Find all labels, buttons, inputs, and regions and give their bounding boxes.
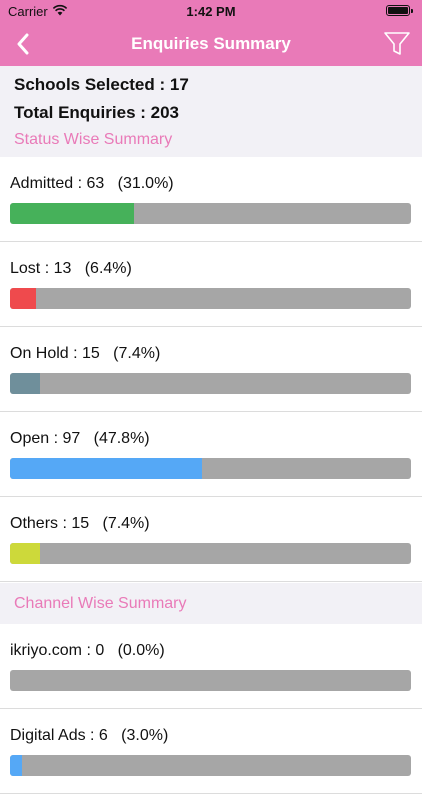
- progress-bar: [10, 288, 411, 309]
- battery-icon: [386, 5, 413, 16]
- list-item: On Hold : 15 (7.4%): [0, 327, 422, 412]
- item-label: On Hold : 15 (7.4%): [10, 345, 161, 362]
- item-label: Open : 97 (47.8%): [10, 430, 150, 447]
- progress-fill: [10, 755, 23, 776]
- channel-section-title: Channel Wise Summary: [14, 595, 187, 612]
- progress-bar: [10, 543, 411, 564]
- page-title: Enquiries Summary: [131, 34, 291, 53]
- item-label: Digital Ads : 6 (3.0%): [10, 727, 169, 744]
- progress-bar: [10, 373, 411, 394]
- item-label: Admitted : 63 (31.0%): [10, 175, 174, 192]
- progress-bar: [10, 203, 411, 224]
- total-enquiries: Total Enquiries : 203: [14, 103, 180, 122]
- progress-bar: [10, 458, 411, 479]
- item-label: Others : 15 (7.4%): [10, 515, 150, 532]
- item-label: Lost : 13 (6.4%): [10, 260, 132, 277]
- schools-selected: Schools Selected : 17: [14, 75, 189, 94]
- status-bar: Carrier 1:42 PM: [0, 0, 422, 22]
- clock: 1:42 PM: [186, 4, 236, 19]
- item-label: ikriyo.com : 0 (0.0%): [10, 642, 165, 659]
- list-item: Open : 97 (47.8%): [0, 412, 422, 497]
- divider: [0, 581, 422, 582]
- list-item: ikriyo.com : 0 (0.0%): [0, 624, 422, 709]
- navigation-bar: Enquiries Summary: [0, 22, 422, 66]
- status-list: Admitted : 63 (31.0%) Lost : 13 (6.4%) On …: [0, 157, 422, 583]
- progress-fill: [10, 288, 36, 309]
- progress-bar: [10, 670, 411, 691]
- channel-list: ikriyo.com : 0 (0.0%) Digital Ads : 6 (3.…: [0, 624, 422, 794]
- list-item: Others : 15 (7.4%): [0, 497, 422, 582]
- progress-fill: [10, 203, 135, 224]
- list-item: Lost : 13 (6.4%): [0, 242, 422, 327]
- filter-icon[interactable]: [382, 29, 412, 59]
- progress-bar: [10, 755, 411, 776]
- progress-fill: [10, 373, 40, 394]
- list-item: Admitted : 63 (31.0%): [0, 157, 422, 242]
- progress-fill: [10, 543, 40, 564]
- progress-fill: [10, 458, 202, 479]
- list-item: Digital Ads : 6 (3.0%): [0, 709, 422, 794]
- status-section-title: Status Wise Summary: [14, 131, 173, 148]
